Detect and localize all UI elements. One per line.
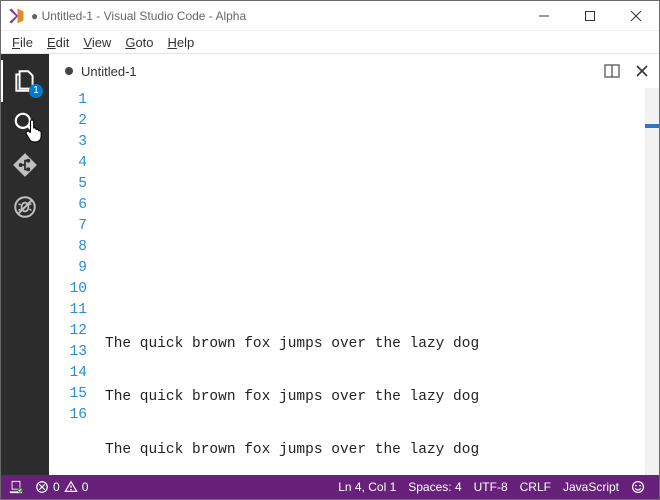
activity-explorer[interactable]: 1 bbox=[1, 60, 49, 102]
status-remote-button[interactable] bbox=[9, 475, 29, 499]
warning-icon bbox=[64, 480, 78, 494]
menu-edit[interactable]: Edit bbox=[40, 33, 76, 52]
line-number: 8 bbox=[49, 237, 87, 258]
remote-window-icon bbox=[9, 480, 23, 494]
status-language[interactable]: JavaScript bbox=[557, 475, 625, 499]
code-line[interactable] bbox=[105, 281, 645, 302]
split-editor-button[interactable] bbox=[599, 58, 625, 84]
status-feedback-button[interactable] bbox=[625, 475, 651, 499]
body: 1 Untitled-1 bbox=[1, 53, 659, 475]
tab-dirty-dot-icon bbox=[65, 67, 73, 75]
line-number: 6 bbox=[49, 195, 87, 216]
activity-bar: 1 bbox=[1, 54, 49, 475]
close-icon bbox=[634, 63, 650, 79]
line-number: 14 bbox=[49, 363, 87, 384]
warning-count: 0 bbox=[82, 480, 89, 494]
status-encoding[interactable]: UTF-8 bbox=[468, 475, 514, 499]
code-line[interactable] bbox=[105, 175, 645, 196]
activity-search[interactable] bbox=[1, 102, 49, 144]
search-icon bbox=[12, 110, 38, 136]
window: ● Untitled-1 - Visual Studio Code - Alph… bbox=[0, 0, 660, 500]
close-tab-button[interactable] bbox=[629, 58, 655, 84]
minimize-button[interactable] bbox=[521, 1, 567, 31]
line-number: 9 bbox=[49, 258, 87, 279]
line-number: 4 bbox=[49, 153, 87, 174]
menu-file[interactable]: File bbox=[5, 33, 40, 52]
code-line[interactable] bbox=[105, 228, 645, 249]
line-number: 16 bbox=[49, 405, 87, 426]
line-number-gutter: 1 2 3 4 5 6 7 8 9 10 11 12 13 14 15 16 bbox=[49, 88, 105, 475]
activity-git[interactable] bbox=[1, 144, 49, 186]
menu-view[interactable]: View bbox=[76, 33, 118, 52]
line-number: 1 bbox=[49, 90, 87, 111]
maximize-button[interactable] bbox=[567, 1, 613, 31]
title-text: Untitled-1 - Visual Studio Code - Alpha bbox=[42, 9, 247, 23]
status-cursor-position[interactable]: Ln 4, Col 1 bbox=[332, 475, 402, 499]
line-number: 15 bbox=[49, 384, 87, 405]
title-dirty-dot: ● bbox=[31, 9, 38, 23]
split-icon bbox=[604, 63, 620, 79]
error-count: 0 bbox=[53, 480, 60, 494]
smiley-icon bbox=[631, 480, 645, 494]
activity-active-indicator bbox=[1, 60, 3, 102]
status-problems[interactable]: 0 0 bbox=[29, 475, 94, 499]
close-window-button[interactable] bbox=[613, 1, 659, 31]
code-content[interactable]: The quick brown fox jumps over the lazy … bbox=[105, 88, 645, 475]
editor-area: Untitled-1 1 2 3 4 5 6 7 8 bbox=[49, 54, 659, 475]
line-number: 11 bbox=[49, 300, 87, 321]
line-number: 3 bbox=[49, 132, 87, 153]
git-branch-icon bbox=[12, 152, 38, 178]
vscode-logo-icon bbox=[7, 7, 25, 25]
line-number: 10 bbox=[49, 279, 87, 300]
line-number: 7 bbox=[49, 216, 87, 237]
line-number: 13 bbox=[49, 342, 87, 363]
activity-debug[interactable] bbox=[1, 186, 49, 228]
menu-help[interactable]: Help bbox=[161, 33, 202, 52]
error-icon bbox=[35, 480, 49, 494]
line-number: 5 bbox=[49, 174, 87, 195]
explorer-badge: 1 bbox=[29, 84, 43, 98]
code-line[interactable]: The quick brown fox jumps over the lazy … bbox=[105, 440, 645, 461]
overview-mark bbox=[645, 124, 659, 128]
bug-slash-icon bbox=[12, 194, 38, 220]
code-line[interactable]: The quick brown fox jumps over the lazy … bbox=[105, 334, 645, 355]
tab-label[interactable]: Untitled-1 bbox=[81, 64, 137, 79]
menu-goto[interactable]: Goto bbox=[118, 33, 160, 52]
line-number: 2 bbox=[49, 111, 87, 132]
status-eol[interactable]: CRLF bbox=[514, 475, 557, 499]
menubar: File Edit View Goto Help bbox=[1, 31, 659, 53]
code-line[interactable] bbox=[105, 122, 645, 143]
window-title: ● Untitled-1 - Visual Studio Code - Alph… bbox=[31, 9, 246, 23]
line-number: 12 bbox=[49, 321, 87, 342]
overview-ruler[interactable] bbox=[645, 88, 659, 475]
status-bar: 0 0 Ln 4, Col 1 Spaces: 4 UTF-8 CRLF Jav… bbox=[1, 475, 659, 499]
code-line[interactable]: The quick brown fox jumps over the lazy … bbox=[105, 387, 645, 408]
status-indent[interactable]: Spaces: 4 bbox=[402, 475, 467, 499]
editor[interactable]: 1 2 3 4 5 6 7 8 9 10 11 12 13 14 15 16 bbox=[49, 88, 659, 475]
tab-row: Untitled-1 bbox=[49, 54, 659, 88]
titlebar: ● Untitled-1 - Visual Studio Code - Alph… bbox=[1, 1, 659, 31]
